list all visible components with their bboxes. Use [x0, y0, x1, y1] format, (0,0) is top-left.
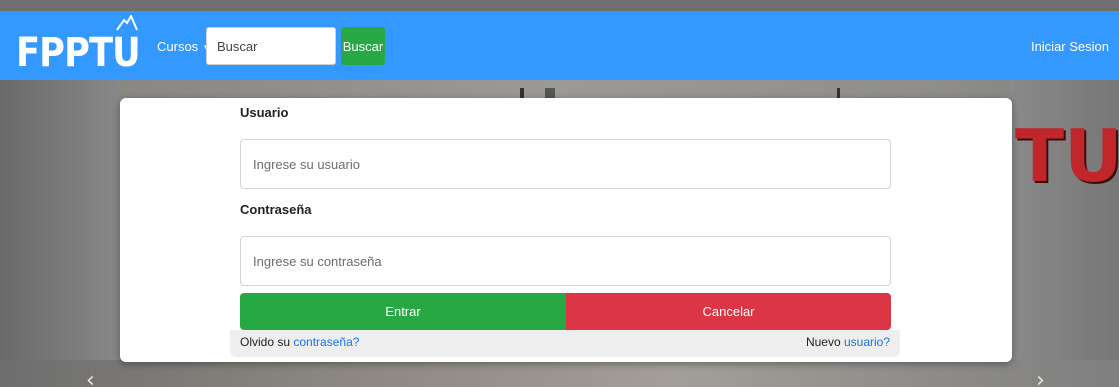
forgot-password-link[interactable]: contraseña?	[293, 335, 359, 349]
mountain-peak-icon	[116, 15, 138, 31]
forgot-prefix: Olvido su	[240, 335, 291, 349]
new-user-text: Nuevo usuario?	[806, 335, 890, 349]
username-input[interactable]	[240, 139, 891, 189]
brand-logo-text: FPPTU	[16, 30, 141, 76]
username-label: Usuario	[240, 105, 289, 120]
cursos-label: Cursos	[157, 39, 199, 54]
carousel-image-bottom	[0, 360, 1119, 387]
carousel-next-icon[interactable]: ›	[1036, 368, 1045, 387]
cancel-button[interactable]: Cancelar	[566, 293, 891, 330]
search-button[interactable]: Buscar	[341, 27, 385, 65]
login-modal: Usuario Contraseña Entrar Cancelar Olvid…	[120, 98, 1012, 362]
carousel-image-left	[0, 80, 120, 387]
login-submit-button[interactable]: Entrar	[240, 293, 566, 330]
carousel-prev-icon[interactable]: ‹	[86, 368, 95, 387]
cursos-dropdown[interactable]: Cursos▼	[157, 39, 210, 54]
login-footer: Olvido su contraseña? Nuevo usuario?	[230, 330, 900, 357]
brand-logo[interactable]: FPPTU	[16, 15, 141, 76]
new-user-prefix: Nuevo	[805, 335, 841, 349]
search-input[interactable]	[206, 27, 336, 65]
password-label: Contraseña	[240, 202, 312, 217]
login-link[interactable]: Iniciar Sesion	[1031, 39, 1109, 54]
top-navbar: FPPTU Cursos▼ Buscar Iniciar Sesion	[0, 11, 1119, 80]
register-link[interactable]: usuario?	[844, 335, 890, 349]
forgot-password-text: Olvido su contraseña?	[240, 335, 359, 349]
password-input[interactable]	[240, 236, 891, 286]
carousel-logo-image: TU	[1015, 114, 1119, 198]
